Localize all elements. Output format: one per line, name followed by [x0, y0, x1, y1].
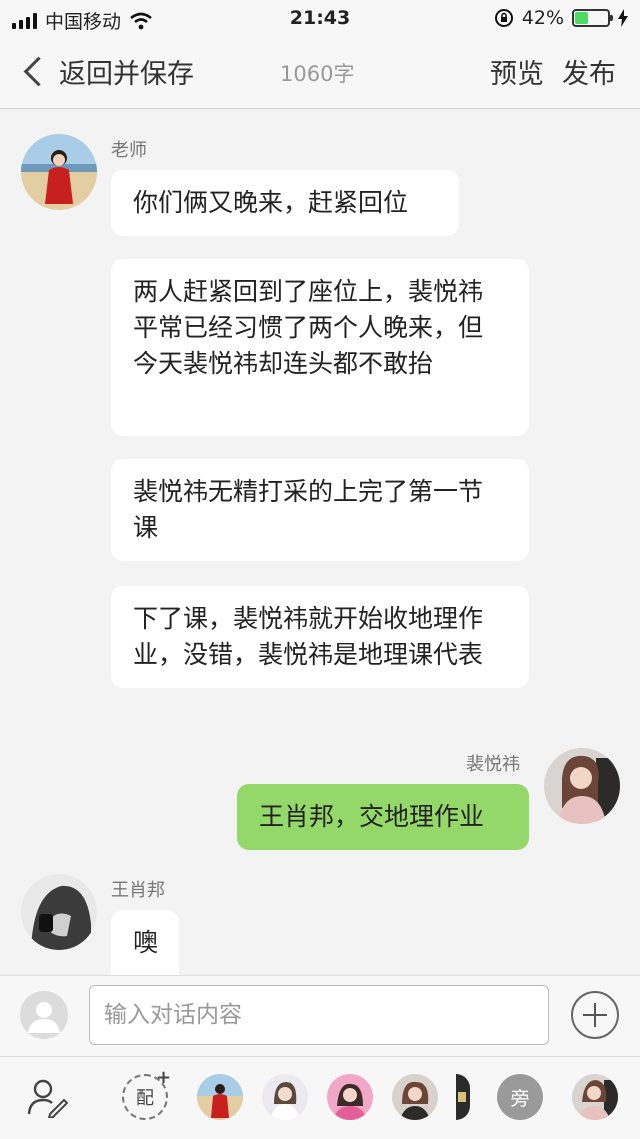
character-avatar[interactable] [572, 1074, 618, 1120]
chevron-left-icon [23, 56, 54, 87]
dialogue-input[interactable] [89, 985, 549, 1045]
status-right: 42% [494, 7, 628, 29]
message-bubble[interactable]: 你们俩又晚来，赶紧回位 [111, 170, 459, 236]
sender-name: 老师 [111, 140, 147, 161]
narrator-button[interactable]: 旁 [497, 1074, 543, 1120]
character-avatar[interactable] [262, 1074, 308, 1120]
character-avatar[interactable] [197, 1074, 243, 1120]
input-bar [0, 975, 640, 1057]
add-button[interactable] [571, 991, 619, 1039]
wangxiaobang-avatar[interactable] [21, 874, 97, 950]
rotation-lock-icon [494, 9, 513, 27]
chat-area[interactable]: 老师 你们俩又晚来，赶紧回位 两人赶紧回到了座位上，裴悦祎平常已经习惯了两个人晚… [0, 109, 640, 975]
message-bubble[interactable]: 下了课，裴悦祎就开始收地理作业，没错，裴悦祎是地理课代表 [111, 586, 529, 688]
message-bubble[interactable]: 王肖邦，交地理作业 [237, 784, 529, 850]
sender-name: 王肖邦 [111, 880, 165, 901]
preview-button[interactable]: 预览 [490, 52, 544, 91]
charging-icon [618, 9, 628, 27]
nav-bar: 返回并保存 1060字 预览 发布 [0, 36, 640, 109]
publish-button[interactable]: 发布 [562, 52, 616, 91]
message-bubble[interactable]: 噢 [111, 910, 179, 975]
character-avatar[interactable] [392, 1074, 438, 1120]
plus-icon: + [156, 1067, 172, 1088]
character-avatar[interactable] [327, 1074, 373, 1120]
battery-icon [572, 9, 613, 27]
message-bubble[interactable]: 两人赶紧回到了座位上，裴悦祎平常已经习惯了两个人晚来，但今天裴悦祎却连头都不敢抬 [111, 259, 529, 436]
edit-character-icon[interactable] [26, 1076, 68, 1118]
status-bar: 中国移动 21:43 42% [0, 0, 640, 36]
character-avatar[interactable] [456, 1074, 470, 1120]
battery-fill [575, 12, 589, 24]
peiyueyi-avatar[interactable] [544, 748, 620, 824]
back-label: 返回并保存 [59, 59, 194, 90]
character-bar: 配 + 旁 [0, 1057, 640, 1139]
back-and-save-button[interactable]: 返回并保存 [23, 52, 194, 91]
sender-name: 裴悦祎 [466, 754, 520, 775]
word-count: 1060字 [280, 62, 355, 86]
user-avatar-icon[interactable] [20, 991, 68, 1039]
teacher-avatar[interactable] [21, 134, 97, 210]
message-bubble[interactable]: 裴悦祎无精打采的上完了第一节课 [111, 459, 529, 561]
battery-percent: 42% [521, 7, 564, 29]
nav-actions: 预览 发布 [490, 52, 616, 91]
